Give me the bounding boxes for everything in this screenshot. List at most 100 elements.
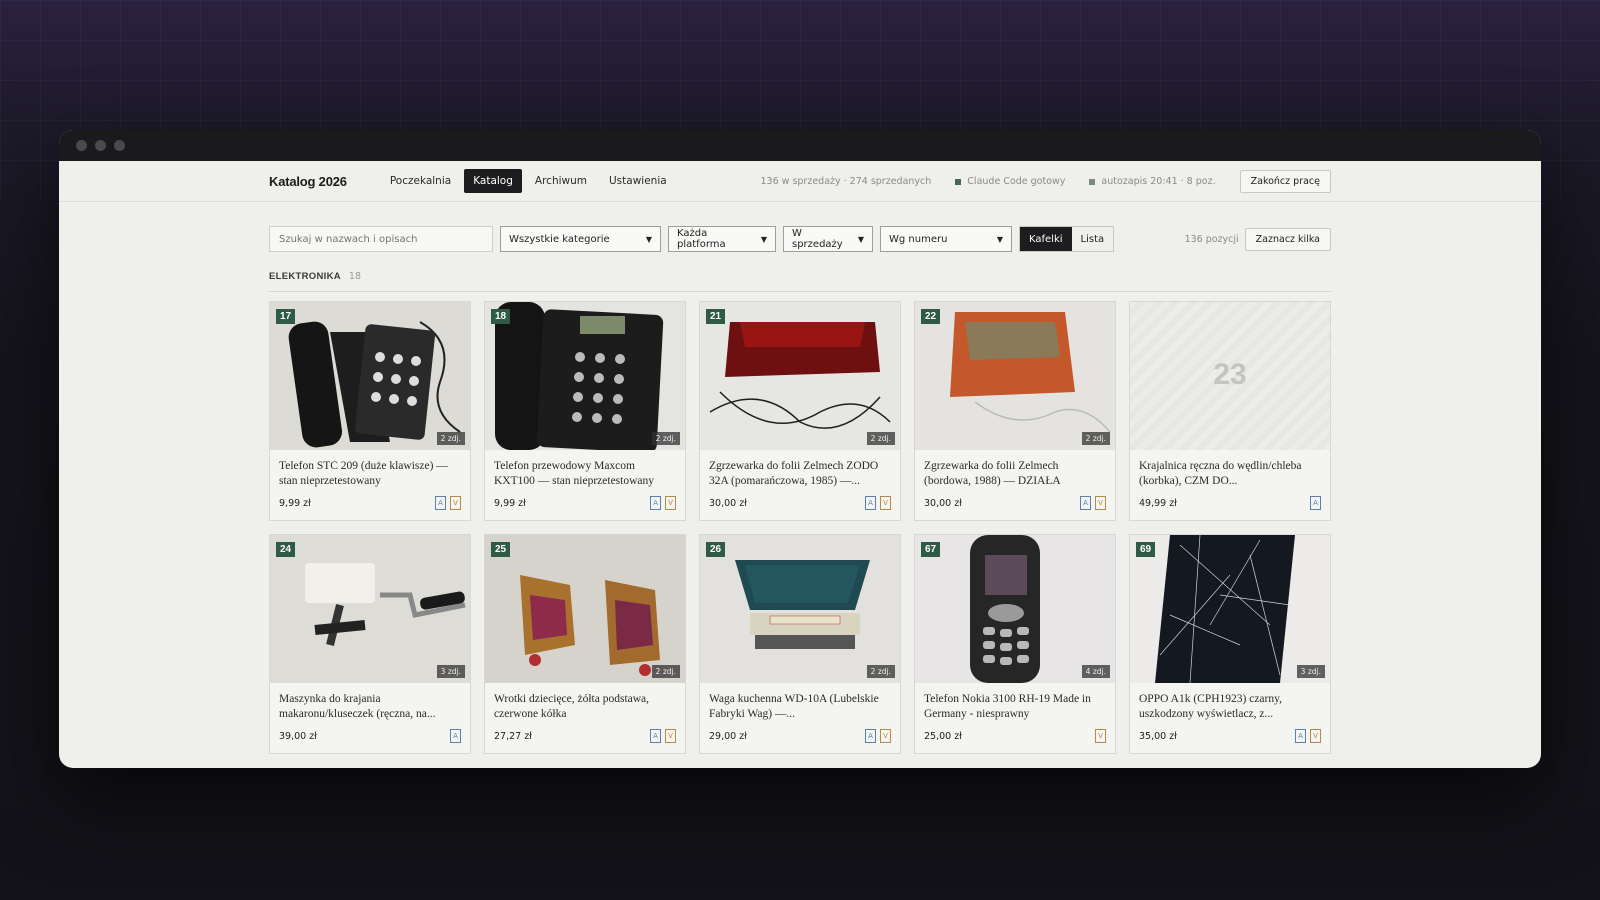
item-price: 39,00 zł [279,730,317,742]
item-title: Zgrzewarka do folii Zelmech ZODO 32A (po… [709,460,879,487]
item-photo: 17 2 zdj. [270,302,470,450]
platform-tag-v: V [665,729,676,743]
item-price: 30,00 zł [924,497,962,509]
view-toggle: Kafelki Lista [1019,226,1115,252]
item-photo: 24 3 zdj. [270,535,470,683]
item-number-badge: 21 [706,309,726,324]
platform-tag-v: V [450,496,461,510]
item-photo: 22 2 zdj. [915,302,1115,450]
item-card[interactable]: 25 2 zdj. Wrotki dziecięce, żółta podsta… [484,534,686,754]
category-section-header: ELEKTRONIKA 18 [269,271,1331,292]
status-select-value: W sprzedaży [792,228,843,250]
item-price: 49,99 zł [1139,497,1177,509]
section-count: 18 [348,271,362,282]
status-select[interactable]: W sprzedaży ▼ [783,226,873,252]
platform-tag-a: A [435,496,446,510]
platform-tag-a: A [650,729,661,743]
window-close-dot[interactable] [76,140,87,151]
item-card[interactable]: 18 2 zdj. Telefon przewodowy Maxcom KXT1… [484,301,686,521]
item-photo: 18 2 zdj. [485,302,685,450]
window-minimize-dot[interactable] [95,140,106,151]
platform-tag-a: A [865,729,876,743]
item-number-badge: 67 [921,542,941,557]
select-many-button[interactable]: Zaznacz kilka [1244,227,1331,251]
item-number-badge: 26 [706,542,726,557]
item-title: Telefon Nokia 3100 RH-19 Made in Germany… [924,693,1091,720]
platform-tag-v: V [880,729,891,743]
window-maximize-dot[interactable] [114,140,125,151]
item-title: Zgrzewarka do folii Zelmech (bordowa, 19… [924,460,1061,487]
platform-tag-v: V [1095,496,1106,510]
platform-tag-v: V [665,496,676,510]
photo-count-badge: 3 zdj. [1296,665,1325,678]
item-price: 29,00 zł [709,730,747,742]
item-card[interactable]: 26 2 zdj. Waga kuchenna WD-10A (Lubelski… [699,534,901,754]
placeholder-number: 23 [1213,358,1247,391]
platform-tag-a: A [1295,729,1306,743]
platform-tag-a: A [1080,496,1091,510]
item-title: Telefon STC 209 (duże klawisze) — stan n… [279,460,448,487]
view-list-button[interactable]: Lista [1072,227,1114,251]
platform-tag-a: A [1310,496,1321,510]
item-photo: 26 2 zdj. [700,535,900,683]
platform-tag-v: V [1095,729,1106,743]
item-card[interactable]: 22 2 zdj. Zgrzewarka do folii Zelmech (b… [914,301,1116,521]
item-number-badge: 17 [276,309,296,324]
item-photo: 67 4 zdj. [915,535,1115,683]
finish-work-button[interactable]: Zakończ pracę [1239,170,1331,193]
autosave-status: autozapis 20:41 · 8 poz. [1089,176,1216,187]
platform-tag-a: A [650,496,661,510]
item-title: Waga kuchenna WD-10A (Lubelskie Fabryki … [709,693,879,720]
autosave-indicator-icon [1089,178,1096,185]
item-title: Krajalnica ręczna do wędlin/chleba (korb… [1139,460,1302,487]
category-select[interactable]: Wszystkie kategorie ▼ [500,226,661,252]
item-card[interactable]: 17 2 zdj. Telefon STC 209 (duże klawisze… [269,301,471,521]
app-window: Katalog 2026 Poczekalnia Katalog Archiwu… [59,130,1541,768]
item-price: 25,00 zł [924,730,962,742]
category-select-value: Wszystkie kategorie [509,233,610,245]
status-indicator-icon [955,178,962,185]
filter-bar: Wszystkie kategorie ▼ Każda platforma ▼ W … [269,226,1331,252]
item-card[interactable]: 69 3 zdj. OPPO A1k (CPH1923) czarny, usz… [1129,534,1331,754]
item-photo: 25 2 zdj. [485,535,685,683]
item-card[interactable]: 21 2 zdj. Zgrzewarka do folii Zelmech ZO… [699,301,901,521]
chevron-down-icon: ▼ [857,234,864,244]
assistant-status: Claude Code gotowy [955,176,1065,187]
platform-select[interactable]: Każda platforma ▼ [668,226,776,252]
item-number-badge: 25 [491,542,511,557]
autosave-label: autozapis 20:41 · 8 poz. [1101,176,1216,187]
item-grid: 17 2 zdj. Telefon STC 209 (duże klawisze… [269,301,1331,754]
nav-katalog[interactable]: Katalog [464,169,522,193]
sort-select-value: Wg numeru [889,233,948,245]
platform-tag-a: A [450,729,461,743]
photo-count-badge: 4 zdj. [1081,665,1110,678]
item-price: 9,99 zł [494,497,526,509]
item-card[interactable]: 24 3 zdj. Maszynka do krajania makaronu/… [269,534,471,754]
photo-count-badge: 2 zdj. [866,665,895,678]
brand-title: Katalog 2026 [269,173,347,189]
photo-count-badge: 2 zdj. [436,432,465,445]
items-count: 136 pozycji [1184,233,1239,245]
chevron-down-icon: ▼ [760,234,767,244]
item-number-badge: 18 [491,309,511,324]
item-price: 35,00 zł [1139,730,1177,742]
nav-ustawienia[interactable]: Ustawienia [600,169,676,193]
item-number-badge: 22 [921,309,941,324]
assistant-status-label: Claude Code gotowy [967,176,1066,187]
nav-poczekalnia[interactable]: Poczekalnia [381,169,460,193]
view-tiles-button[interactable]: Kafelki [1020,227,1072,251]
photo-count-badge: 2 zdj. [866,432,895,445]
photo-count-badge: 3 zdj. [436,665,465,678]
nav-archiwum[interactable]: Archiwum [526,169,596,193]
photo-count-badge: 2 zdj. [651,432,680,445]
item-price: 9,99 zł [279,497,311,509]
item-number-badge: 69 [1136,542,1156,557]
item-photo-placeholder: 23 [1130,302,1330,450]
item-card[interactable]: 23 Krajalnica ręczna do wędlin/chleba (k… [1129,301,1331,521]
search-input[interactable] [269,226,493,252]
platform-tag-a: A [865,496,876,510]
item-card[interactable]: 67 4 zdj. Telefon Nokia 3100 RH-19 Made … [914,534,1116,754]
chevron-down-icon: ▼ [645,234,652,244]
window-titlebar [59,130,1541,161]
sort-select[interactable]: Wg numeru ▼ [880,226,1012,252]
